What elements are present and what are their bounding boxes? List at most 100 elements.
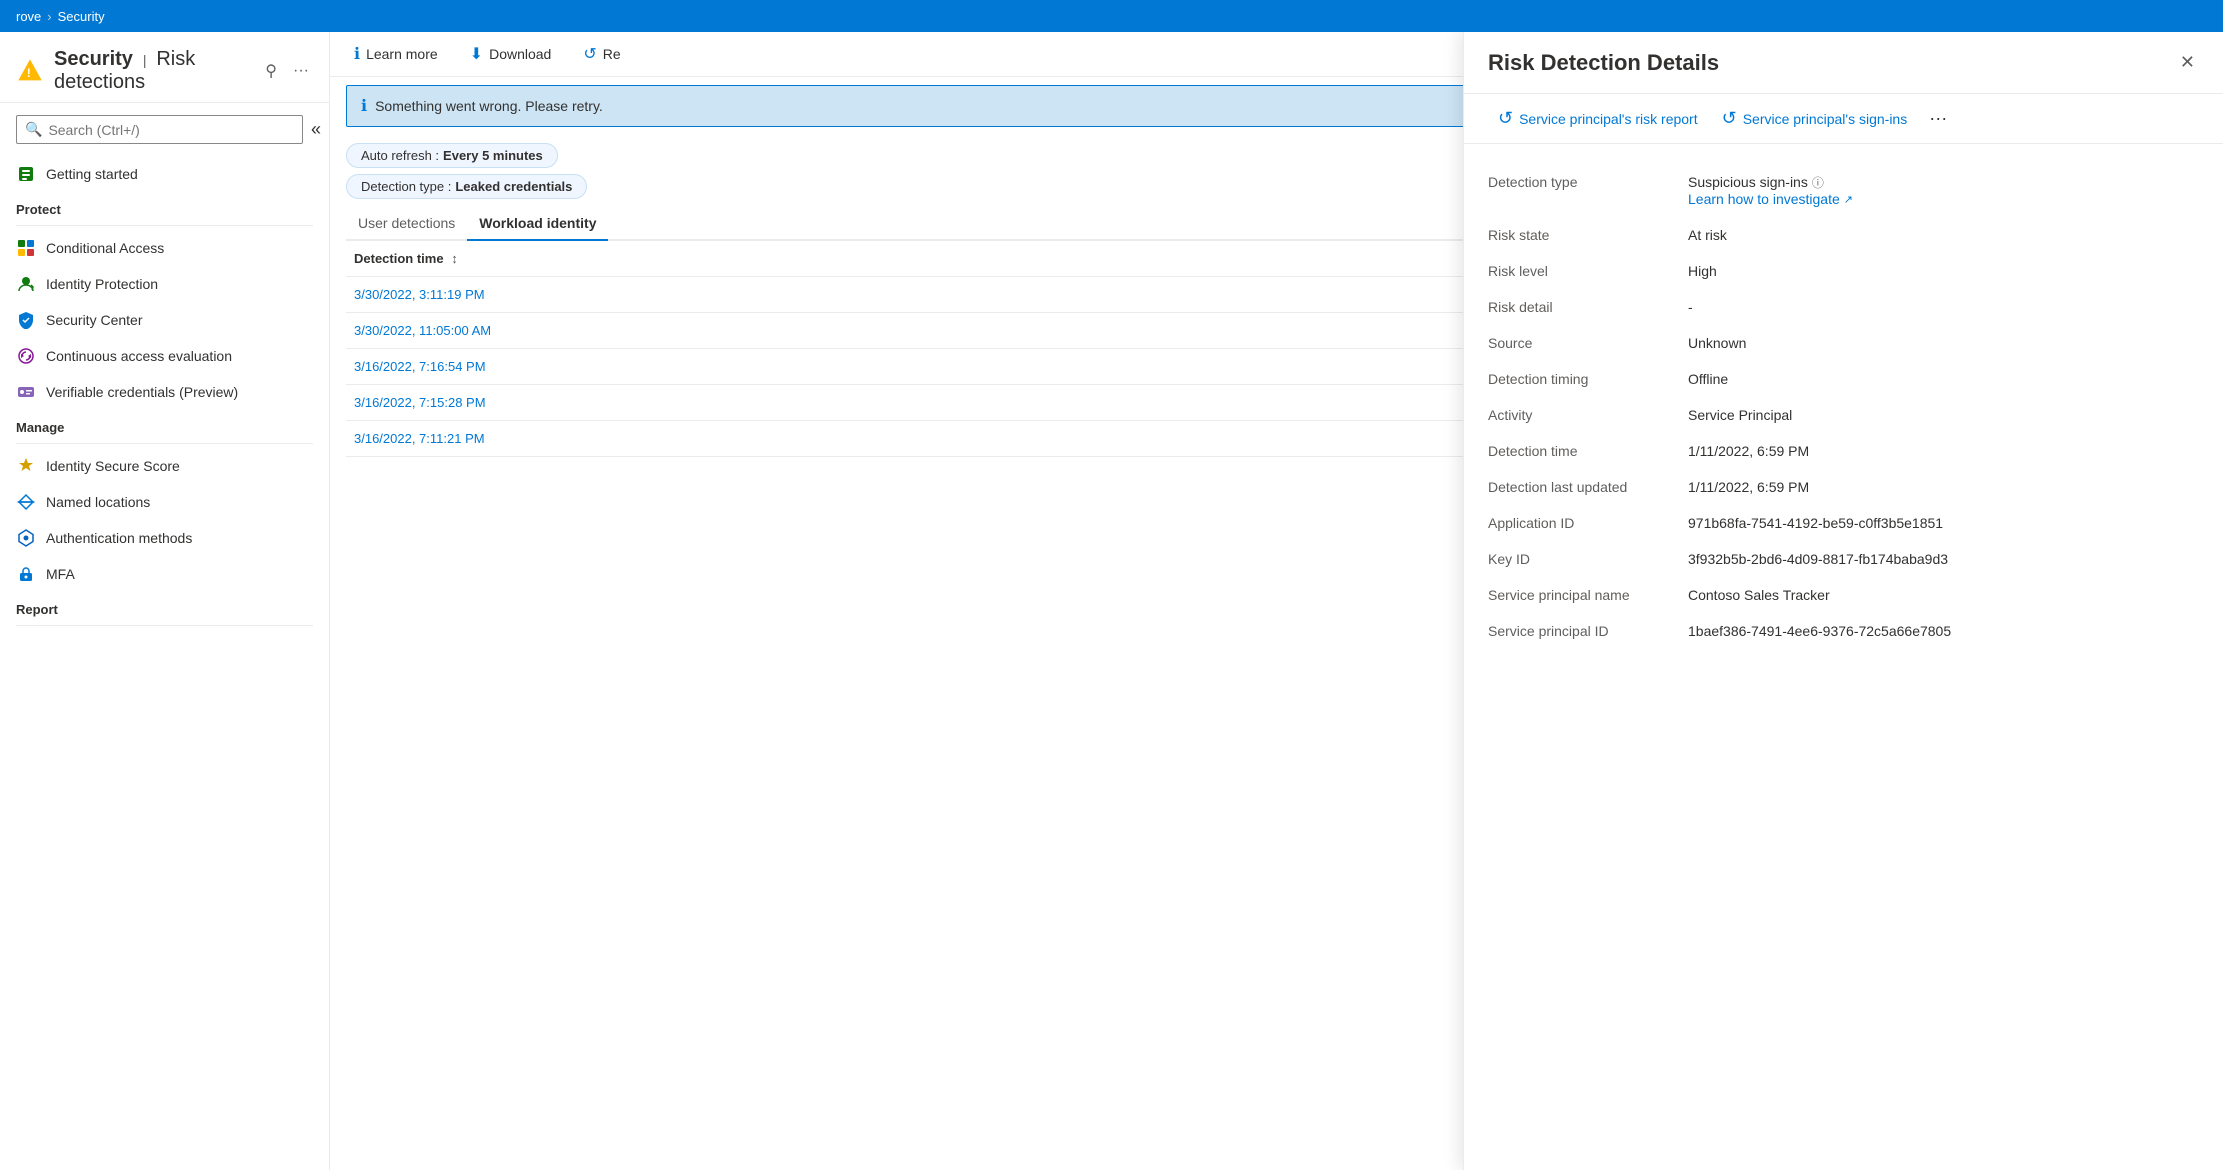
verifiable-credentials-label: Verifiable credentials (Preview)	[46, 384, 238, 400]
download-button[interactable]: ⬇ Download	[462, 40, 560, 68]
detail-label-5: Detection timing	[1488, 361, 1688, 397]
external-link-icon: ↗	[1844, 193, 1853, 206]
info-icon: ℹ	[354, 44, 360, 64]
header-icons: ⚲ ···	[261, 57, 313, 85]
detail-label-3: Risk detail	[1488, 289, 1688, 325]
more-options-button[interactable]: ···	[289, 58, 313, 84]
sidebar-item-auth-methods[interactable]: Authentication methods	[0, 520, 329, 556]
manage-section-label: Manage	[0, 410, 329, 439]
identity-protection-icon	[16, 274, 36, 294]
collapse-sidebar-button[interactable]: «	[303, 115, 329, 144]
info-icon-bar: ℹ	[361, 96, 367, 116]
content-area: ℹ Learn more ⬇ Download ↺ Re ℹ Something…	[330, 32, 2223, 1170]
cae-label: Continuous access evaluation	[46, 348, 232, 364]
mfa-label: MFA	[46, 566, 75, 582]
report-divider	[16, 625, 313, 626]
sign-ins-nav-button[interactable]: ↺ Service principal's sign-ins	[1712, 102, 1918, 135]
detail-label-11: Service principal name	[1488, 577, 1688, 613]
nav-item-getting-started[interactable]: Getting started	[0, 156, 329, 192]
security-center-icon	[16, 310, 36, 330]
auth-methods-label: Authentication methods	[46, 530, 192, 546]
protect-divider	[16, 225, 313, 226]
breadcrumb-security[interactable]: Security	[58, 9, 105, 24]
detail-nav-more-button[interactable]: ···	[1921, 104, 1955, 133]
breadcrumb-separator: ›	[47, 9, 51, 24]
pin-button[interactable]: ⚲	[261, 57, 281, 85]
refresh-icon: ↺	[583, 44, 596, 64]
detail-panel-header: Risk Detection Details ✕	[1464, 32, 2223, 94]
named-locations-icon	[16, 492, 36, 512]
identity-protection-label: Identity Protection	[46, 276, 158, 292]
breadcrumb-rove[interactable]: rove	[16, 9, 41, 24]
detection-time-link[interactable]: 3/16/2022, 7:15:28 PM	[354, 395, 486, 410]
search-icon: 🔍	[25, 121, 42, 138]
cae-icon	[16, 346, 36, 366]
detail-value-0: Suspicious sign-insⓘLearn how to investi…	[1688, 164, 2199, 217]
auth-methods-icon	[16, 528, 36, 548]
detection-time-link[interactable]: 3/16/2022, 7:11:21 PM	[354, 431, 485, 446]
sort-icon-detection-time: ↕	[451, 251, 458, 266]
sidebar: ! Security | Risk detections ⚲ ··· 🔍 «	[0, 32, 330, 1170]
identity-secure-score-label: Identity Secure Score	[46, 458, 180, 474]
detail-label-6: Activity	[1488, 397, 1688, 433]
detail-value-5: Offline	[1688, 361, 2199, 397]
tab-user-detections[interactable]: User detections	[346, 207, 467, 241]
sidebar-item-identity-protection[interactable]: Identity Protection	[0, 266, 329, 302]
info-circle-icon[interactable]: ⓘ	[1812, 176, 1824, 190]
detail-value-9: 971b68fa-7541-4192-be59-c0ff3b5e1851	[1688, 505, 2199, 541]
risk-report-label: Service principal's risk report	[1519, 111, 1698, 127]
search-input[interactable]	[48, 122, 294, 138]
detection-time-link[interactable]: 3/30/2022, 3:11:19 PM	[354, 287, 485, 302]
detail-panel: Risk Detection Details ✕ ↺ Service princ…	[1463, 32, 2223, 1170]
sidebar-item-security-center[interactable]: Security Center	[0, 302, 329, 338]
main-layout: ! Security | Risk detections ⚲ ··· 🔍 «	[0, 32, 2223, 1170]
detail-value-7: 1/11/2022, 6:59 PM	[1688, 433, 2199, 469]
risk-report-icon: ↺	[1498, 108, 1513, 129]
detail-label-7: Detection time	[1488, 433, 1688, 469]
verifiable-credentials-icon	[16, 382, 36, 402]
detail-close-button[interactable]: ✕	[2176, 48, 2199, 77]
conditional-access-label: Conditional Access	[46, 240, 164, 256]
detection-type-filter[interactable]: Detection type : Leaked credentials	[346, 174, 587, 199]
learn-more-button[interactable]: ℹ Learn more	[346, 40, 446, 68]
detail-value-4: Unknown	[1688, 325, 2199, 361]
detail-value-12: 1baef386-7491-4ee6-9376-72c5a66e7805	[1688, 613, 2199, 649]
detail-label-4: Source	[1488, 325, 1688, 361]
detail-value-11: Contoso Sales Tracker	[1688, 577, 2199, 613]
detail-value-3: -	[1688, 289, 2199, 325]
sidebar-item-conditional-access[interactable]: Conditional Access	[0, 230, 329, 266]
detail-label-8: Detection last updated	[1488, 469, 1688, 505]
tab-workload-identity[interactable]: Workload identity	[467, 207, 608, 241]
detail-link-0[interactable]: Learn how to investigate ↗	[1688, 191, 2199, 207]
sign-ins-icon: ↺	[1722, 108, 1737, 129]
detail-label-9: Application ID	[1488, 505, 1688, 541]
detail-value-8: 1/11/2022, 6:59 PM	[1688, 469, 2199, 505]
sign-ins-label: Service principal's sign-ins	[1743, 111, 1908, 127]
warning-icon: !	[16, 55, 44, 87]
sidebar-item-verifiable-credentials[interactable]: Verifiable credentials (Preview)	[0, 374, 329, 410]
sidebar-item-cae[interactable]: Continuous access evaluation	[0, 338, 329, 374]
security-center-label: Security Center	[46, 312, 142, 328]
page-title-group: Security | Risk detections	[54, 48, 243, 94]
search-box: 🔍	[16, 115, 303, 144]
risk-report-nav-button[interactable]: ↺ Service principal's risk report	[1488, 102, 1708, 135]
getting-started-icon	[16, 164, 36, 184]
sidebar-item-named-locations[interactable]: Named locations	[0, 484, 329, 520]
page-title: Security	[54, 48, 133, 70]
top-bar: rove › Security	[0, 0, 2223, 32]
detail-value-2: High	[1688, 253, 2199, 289]
detail-label-0: Detection type	[1488, 164, 1688, 217]
auto-refresh-filter[interactable]: Auto refresh : Every 5 minutes	[346, 143, 558, 168]
detail-panel-title: Risk Detection Details	[1488, 50, 1719, 76]
detail-body: Detection typeSuspicious sign-insⓘLearn …	[1464, 144, 2223, 669]
identity-secure-score-icon	[16, 456, 36, 476]
detection-time-link[interactable]: 3/30/2022, 11:05:00 AM	[354, 323, 491, 338]
manage-divider	[16, 443, 313, 444]
mfa-icon	[16, 564, 36, 584]
refresh-button[interactable]: ↺ Re	[575, 40, 628, 68]
page-header: ! Security | Risk detections ⚲ ···	[0, 32, 329, 103]
sidebar-item-identity-secure-score[interactable]: Identity Secure Score	[0, 448, 329, 484]
col-detection-time[interactable]: Detection time ↕	[346, 241, 1476, 277]
sidebar-item-mfa[interactable]: MFA	[0, 556, 329, 592]
detection-time-link[interactable]: 3/16/2022, 7:16:54 PM	[354, 359, 486, 374]
